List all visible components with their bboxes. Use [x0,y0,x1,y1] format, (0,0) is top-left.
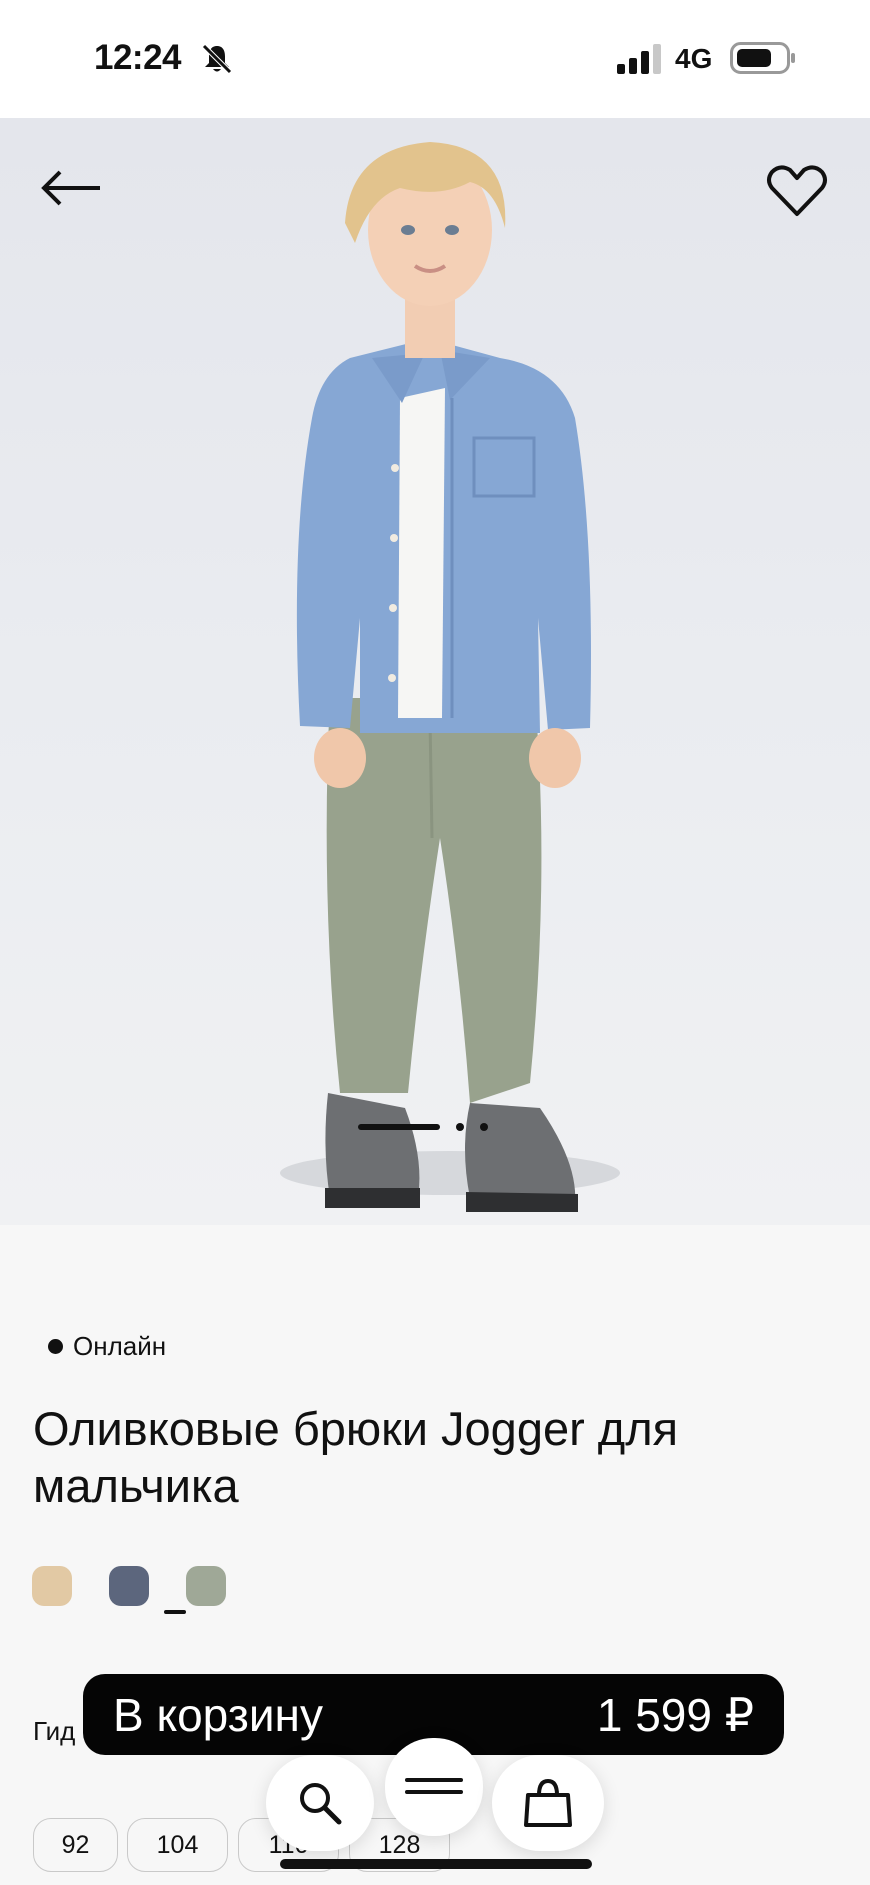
cart-button[interactable] [492,1755,604,1851]
selected-swatch-indicator [164,1610,186,1614]
shopping-bag-icon [524,1778,572,1827]
heart-icon[interactable] [764,158,830,224]
color-swatch-beige[interactable] [32,1566,72,1606]
availability-status: Онлайн [48,1331,166,1362]
carousel-indicator [358,1122,518,1134]
menu-icon [405,1778,463,1794]
status-bar: 12:24 4G [0,0,870,118]
product-title: Оливковые брюки Jogger для мальчика [33,1402,679,1512]
status-time: 12:24 [94,38,182,77]
back-arrow-icon[interactable] [36,158,106,218]
home-indicator [280,1859,592,1869]
add-to-cart-label: В корзину [113,1688,323,1741]
bell-muted-icon [202,44,232,74]
size-chip[interactable]: 92 [33,1818,118,1872]
carousel-dot [456,1123,464,1131]
size-guide-label[interactable]: Гид [33,1716,75,1747]
search-button[interactable] [266,1755,374,1851]
product-photo [280,142,620,1212]
signal-icon [617,44,661,74]
battery-icon [730,42,795,74]
color-swatches [32,1566,272,1626]
carousel-dot-active [358,1124,440,1130]
product-image-carousel[interactable] [0,118,870,1225]
network-label: 4G [675,43,713,74]
carousel-dot [480,1123,488,1131]
availability-label: Онлайн [73,1331,167,1361]
color-swatch-navy[interactable] [109,1566,149,1606]
size-chip[interactable]: 104 [127,1818,228,1872]
price: 1 599 ₽ [596,1688,754,1741]
menu-button[interactable] [385,1738,483,1836]
color-swatch-olive[interactable] [186,1566,226,1606]
availability-dot-icon [48,1339,63,1354]
search-icon [300,1783,342,1825]
